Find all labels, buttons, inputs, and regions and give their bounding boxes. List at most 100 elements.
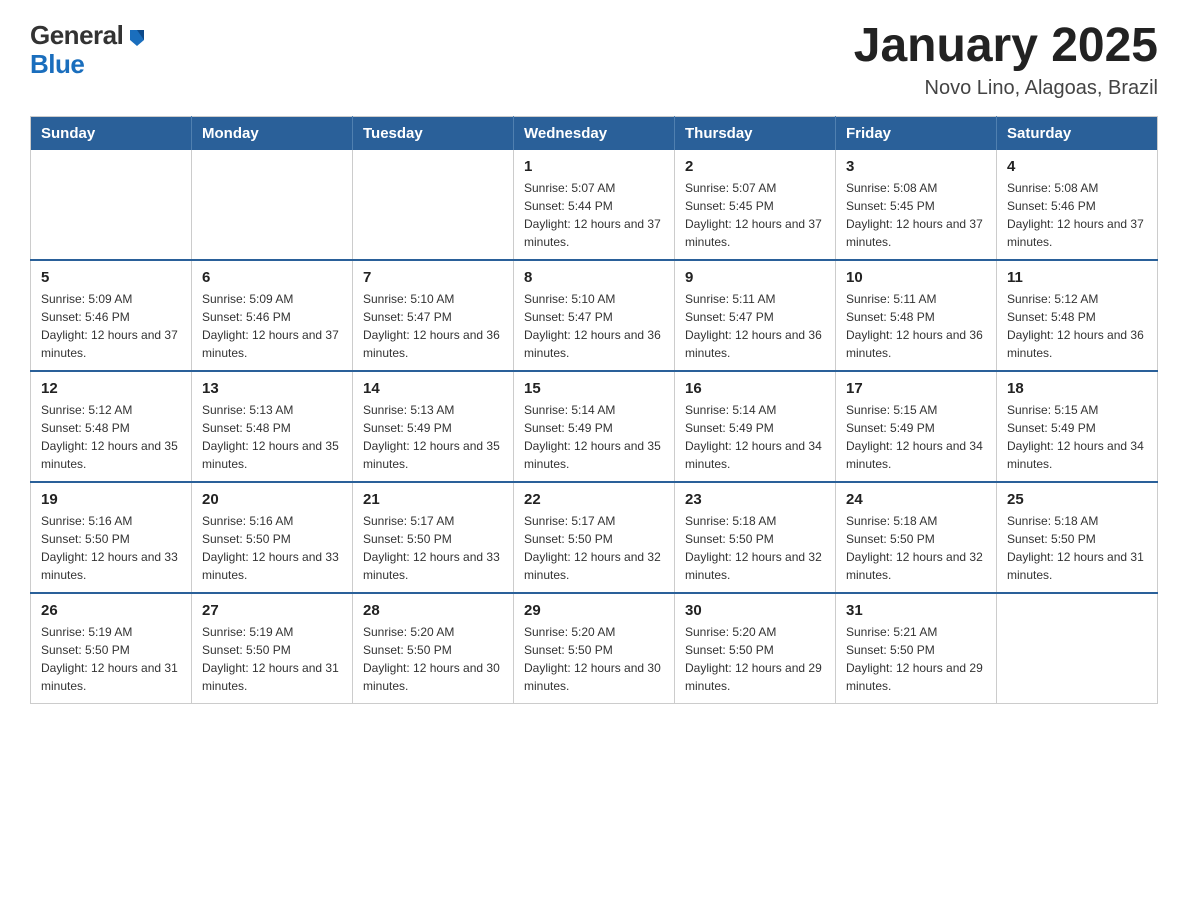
day-number: 18: [1007, 380, 1147, 397]
calendar-cell: 24 Sunrise: 5:18 AMSunset: 5:50 PMDayligh…: [836, 482, 997, 593]
day-number: 4: [1007, 158, 1147, 175]
day-info: Sunrise: 5:15 AMSunset: 5:49 PMDaylight:…: [1007, 401, 1147, 473]
calendar-cell: 15Sunrise: 5:14 AMSunset: 5:49 PMDayligh…: [514, 371, 675, 482]
calendar-cell: 25 Sunrise: 5:18 AMSunset: 5:50 PMDayligh…: [997, 482, 1158, 593]
day-info: Sunrise: 5:20 AMSunset: 5:50 PMDaylight:…: [363, 623, 503, 695]
day-info: Sunrise: 5:07 AMSunset: 5:45 PMDaylight:…: [685, 179, 825, 251]
day-info: Sunrise: 5:18 AMSunset: 5:50 PMDaylight:…: [1007, 512, 1147, 584]
day-info: Sunrise: 5:09 AMSunset: 5:46 PMDaylight:…: [202, 290, 342, 362]
day-number: 30: [685, 602, 825, 619]
calendar-cell: 5 Sunrise: 5:09 AMSunset: 5:46 PMDaylight…: [31, 260, 192, 371]
day-info: Sunrise: 5:19 AMSunset: 5:50 PMDaylight:…: [41, 623, 181, 695]
calendar-cell: 17Sunrise: 5:15 AMSunset: 5:49 PMDayligh…: [836, 371, 997, 482]
day-info: Sunrise: 5:20 AMSunset: 5:50 PMDaylight:…: [524, 623, 664, 695]
day-info: Sunrise: 5:16 AMSunset: 5:50 PMDaylight:…: [202, 512, 342, 584]
day-number: 22: [524, 491, 664, 508]
day-info: Sunrise: 5:18 AMSunset: 5:50 PMDaylight:…: [846, 512, 986, 584]
calendar-header-saturday: Saturday: [997, 116, 1158, 150]
calendar-cell: 2 Sunrise: 5:07 AMSunset: 5:45 PMDaylight…: [675, 150, 836, 260]
calendar-table: SundayMondayTuesdayWednesdayThursdayFrid…: [30, 116, 1158, 704]
calendar-cell: 13Sunrise: 5:13 AMSunset: 5:48 PMDayligh…: [192, 371, 353, 482]
day-info: Sunrise: 5:13 AMSunset: 5:48 PMDaylight:…: [202, 401, 342, 473]
calendar-cell: [353, 150, 514, 260]
day-number: 23: [685, 491, 825, 508]
calendar-cell: 26 Sunrise: 5:19 AMSunset: 5:50 PMDayligh…: [31, 593, 192, 704]
calendar-cell: 6 Sunrise: 5:09 AMSunset: 5:46 PMDaylight…: [192, 260, 353, 371]
day-info: Sunrise: 5:14 AMSunset: 5:49 PMDaylight:…: [524, 401, 664, 473]
day-number: 8: [524, 269, 664, 286]
day-number: 25: [1007, 491, 1147, 508]
day-number: 16: [685, 380, 825, 397]
logo-general-text: General: [30, 20, 123, 51]
calendar-cell: 30 Sunrise: 5:20 AMSunset: 5:50 PMDayligh…: [675, 593, 836, 704]
day-number: 17: [846, 380, 986, 397]
day-number: 29: [524, 602, 664, 619]
calendar-cell: 27Sunrise: 5:19 AMSunset: 5:50 PMDayligh…: [192, 593, 353, 704]
calendar-cell: 31Sunrise: 5:21 AMSunset: 5:50 PMDayligh…: [836, 593, 997, 704]
day-number: 1: [524, 158, 664, 175]
calendar-cell: [997, 593, 1158, 704]
calendar-cell: 19 Sunrise: 5:16 AMSunset: 5:50 PMDayligh…: [31, 482, 192, 593]
calendar-header-row: SundayMondayTuesdayWednesdayThursdayFrid…: [31, 116, 1158, 150]
calendar-header-wednesday: Wednesday: [514, 116, 675, 150]
calendar-cell: 1 Sunrise: 5:07 AMSunset: 5:44 PMDaylight…: [514, 150, 675, 260]
calendar-cell: 22Sunrise: 5:17 AMSunset: 5:50 PMDayligh…: [514, 482, 675, 593]
day-info: Sunrise: 5:12 AMSunset: 5:48 PMDaylight:…: [1007, 290, 1147, 362]
day-info: Sunrise: 5:09 AMSunset: 5:46 PMDaylight:…: [41, 290, 181, 362]
calendar-cell: 21 Sunrise: 5:17 AMSunset: 5:50 PMDayligh…: [353, 482, 514, 593]
day-number: 12: [41, 380, 181, 397]
calendar-cell: 18 Sunrise: 5:15 AMSunset: 5:49 PMDayligh…: [997, 371, 1158, 482]
calendar-cell: 7 Sunrise: 5:10 AMSunset: 5:47 PMDaylight…: [353, 260, 514, 371]
logo: General Blue: [30, 20, 148, 80]
calendar-header-sunday: Sunday: [31, 116, 192, 150]
day-info: Sunrise: 5:12 AMSunset: 5:48 PMDaylight:…: [41, 401, 181, 473]
calendar-cell: 9Sunrise: 5:11 AMSunset: 5:47 PMDaylight…: [675, 260, 836, 371]
calendar-header-friday: Friday: [836, 116, 997, 150]
day-info: Sunrise: 5:08 AMSunset: 5:46 PMDaylight:…: [1007, 179, 1147, 251]
calendar-cell: 11 Sunrise: 5:12 AMSunset: 5:48 PMDayligh…: [997, 260, 1158, 371]
day-info: Sunrise: 5:10 AMSunset: 5:47 PMDaylight:…: [363, 290, 503, 362]
calendar-cell: 12 Sunrise: 5:12 AMSunset: 5:48 PMDayligh…: [31, 371, 192, 482]
page-title: January 2025: [854, 20, 1158, 73]
day-info: Sunrise: 5:21 AMSunset: 5:50 PMDaylight:…: [846, 623, 986, 695]
calendar-cell: [31, 150, 192, 260]
day-number: 6: [202, 269, 342, 286]
title-block: January 2025 Novo Lino, Alagoas, Brazil: [854, 20, 1158, 100]
day-number: 14: [363, 380, 503, 397]
day-info: Sunrise: 5:17 AMSunset: 5:50 PMDaylight:…: [363, 512, 503, 584]
day-number: 26: [41, 602, 181, 619]
day-info: Sunrise: 5:11 AMSunset: 5:47 PMDaylight:…: [685, 290, 825, 362]
day-info: Sunrise: 5:16 AMSunset: 5:50 PMDaylight:…: [41, 512, 181, 584]
calendar-week-row: 5 Sunrise: 5:09 AMSunset: 5:46 PMDaylight…: [31, 260, 1158, 371]
day-number: 11: [1007, 269, 1147, 286]
day-number: 24: [846, 491, 986, 508]
day-number: 19: [41, 491, 181, 508]
calendar-week-row: 26 Sunrise: 5:19 AMSunset: 5:50 PMDayligh…: [31, 593, 1158, 704]
page-subtitle: Novo Lino, Alagoas, Brazil: [854, 77, 1158, 100]
day-number: 7: [363, 269, 503, 286]
calendar-header-monday: Monday: [192, 116, 353, 150]
day-number: 28: [363, 602, 503, 619]
calendar-cell: 8Sunrise: 5:10 AMSunset: 5:47 PMDaylight…: [514, 260, 675, 371]
day-info: Sunrise: 5:14 AMSunset: 5:49 PMDaylight:…: [685, 401, 825, 473]
calendar-cell: 20 Sunrise: 5:16 AMSunset: 5:50 PMDayligh…: [192, 482, 353, 593]
day-number: 5: [41, 269, 181, 286]
day-info: Sunrise: 5:18 AMSunset: 5:50 PMDaylight:…: [685, 512, 825, 584]
day-number: 20: [202, 491, 342, 508]
day-number: 21: [363, 491, 503, 508]
logo-blue-text: Blue: [30, 49, 84, 80]
day-number: 2: [685, 158, 825, 175]
calendar-cell: 28 Sunrise: 5:20 AMSunset: 5:50 PMDayligh…: [353, 593, 514, 704]
calendar-week-row: 12 Sunrise: 5:12 AMSunset: 5:48 PMDayligh…: [31, 371, 1158, 482]
calendar-cell: 23 Sunrise: 5:18 AMSunset: 5:50 PMDayligh…: [675, 482, 836, 593]
calendar-cell: 4 Sunrise: 5:08 AMSunset: 5:46 PMDaylight…: [997, 150, 1158, 260]
day-number: 3: [846, 158, 986, 175]
calendar-cell: 10Sunrise: 5:11 AMSunset: 5:48 PMDayligh…: [836, 260, 997, 371]
calendar-header-thursday: Thursday: [675, 116, 836, 150]
logo-arrow-icon: [126, 26, 148, 48]
day-info: Sunrise: 5:20 AMSunset: 5:50 PMDaylight:…: [685, 623, 825, 695]
day-info: Sunrise: 5:13 AMSunset: 5:49 PMDaylight:…: [363, 401, 503, 473]
day-info: Sunrise: 5:07 AMSunset: 5:44 PMDaylight:…: [524, 179, 664, 251]
day-info: Sunrise: 5:19 AMSunset: 5:50 PMDaylight:…: [202, 623, 342, 695]
calendar-cell: 14 Sunrise: 5:13 AMSunset: 5:49 PMDayligh…: [353, 371, 514, 482]
